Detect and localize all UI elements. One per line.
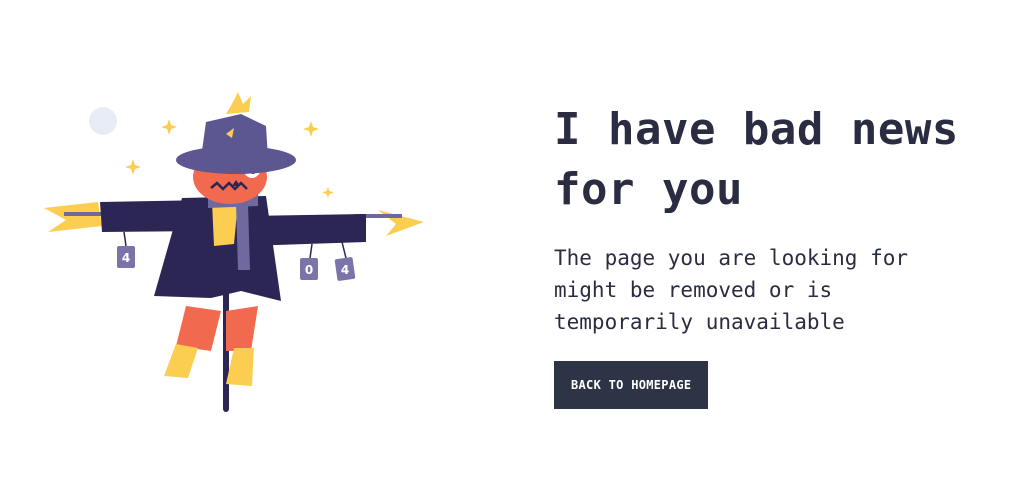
page-title: I have bad news for you: [554, 104, 959, 215]
error-message: The page you are looking for might be re…: [554, 246, 909, 334]
scarecrow-illustration: 4 0 4: [36, 86, 436, 426]
tag-label-4-left: 4: [122, 251, 130, 265]
back-to-homepage-button[interactable]: BACK TO HOMEPAGE: [554, 361, 709, 409]
moon-icon: [89, 107, 117, 135]
tag-label-0: 0: [305, 263, 313, 277]
tag-label-4-right: 4: [341, 263, 349, 277]
error-content: I have bad news for you The page you are…: [554, 100, 974, 409]
